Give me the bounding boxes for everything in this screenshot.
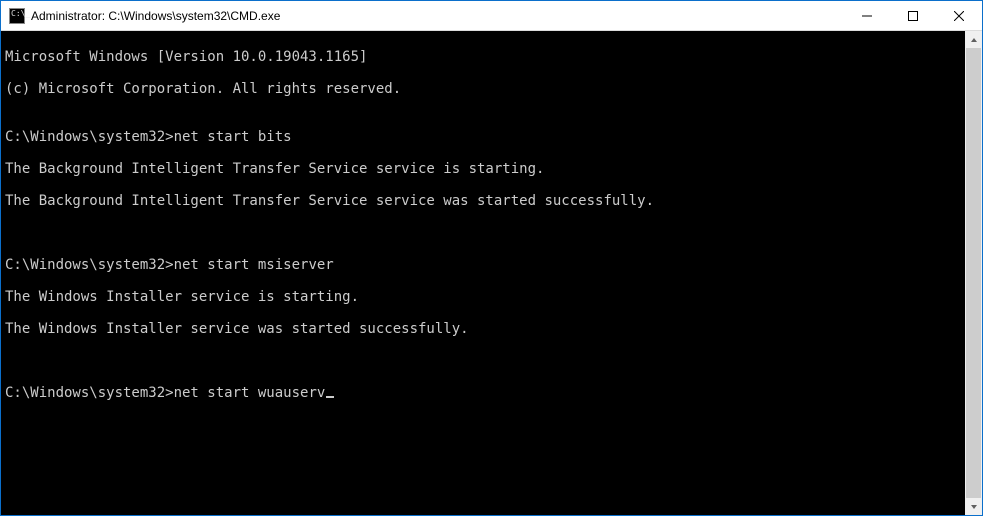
scroll-thumb[interactable] bbox=[966, 48, 981, 498]
entered-command: net start msiserver bbox=[174, 257, 334, 273]
minimize-icon bbox=[862, 11, 872, 21]
window-controls bbox=[844, 1, 982, 30]
cmd-window: Administrator: C:\Windows\system32\CMD.e… bbox=[0, 0, 983, 516]
output-line: The Background Intelligent Transfer Serv… bbox=[5, 161, 965, 177]
output-line: The Windows Installer service is startin… bbox=[5, 289, 965, 305]
scroll-up-button[interactable] bbox=[965, 31, 982, 48]
prompt: C:\Windows\system32> bbox=[5, 257, 174, 273]
command-line: C:\Windows\system32>net start msiserver bbox=[5, 257, 965, 273]
titlebar[interactable]: Administrator: C:\Windows\system32\CMD.e… bbox=[1, 1, 982, 31]
scroll-track[interactable] bbox=[965, 48, 982, 498]
output-line: The Background Intelligent Transfer Serv… bbox=[5, 193, 965, 209]
close-icon bbox=[954, 11, 964, 21]
entered-command: net start bits bbox=[174, 129, 292, 145]
prompt: C:\Windows\system32> bbox=[5, 385, 174, 401]
scroll-down-button[interactable] bbox=[965, 498, 982, 515]
vertical-scrollbar[interactable] bbox=[965, 31, 982, 515]
terminal-output[interactable]: Microsoft Windows [Version 10.0.19043.11… bbox=[1, 31, 965, 515]
maximize-icon bbox=[908, 11, 918, 21]
minimize-button[interactable] bbox=[844, 1, 890, 30]
output-line: The Windows Installer service was starte… bbox=[5, 321, 965, 337]
client-area: Microsoft Windows [Version 10.0.19043.11… bbox=[1, 31, 982, 515]
os-version-line: Microsoft Windows [Version 10.0.19043.11… bbox=[5, 49, 965, 65]
command-line: C:\Windows\system32>net start bits bbox=[5, 129, 965, 145]
text-cursor bbox=[326, 396, 334, 398]
window-title: Administrator: C:\Windows\system32\CMD.e… bbox=[31, 9, 844, 23]
chevron-up-icon bbox=[970, 36, 978, 44]
close-button[interactable] bbox=[936, 1, 982, 30]
cmd-icon bbox=[9, 8, 25, 24]
maximize-button[interactable] bbox=[890, 1, 936, 30]
chevron-down-icon bbox=[970, 503, 978, 511]
typed-command: net start wuauserv bbox=[174, 385, 326, 401]
copyright-line: (c) Microsoft Corporation. All rights re… bbox=[5, 81, 965, 97]
current-command-line: C:\Windows\system32>net start wuauserv bbox=[5, 385, 965, 401]
prompt: C:\Windows\system32> bbox=[5, 129, 174, 145]
